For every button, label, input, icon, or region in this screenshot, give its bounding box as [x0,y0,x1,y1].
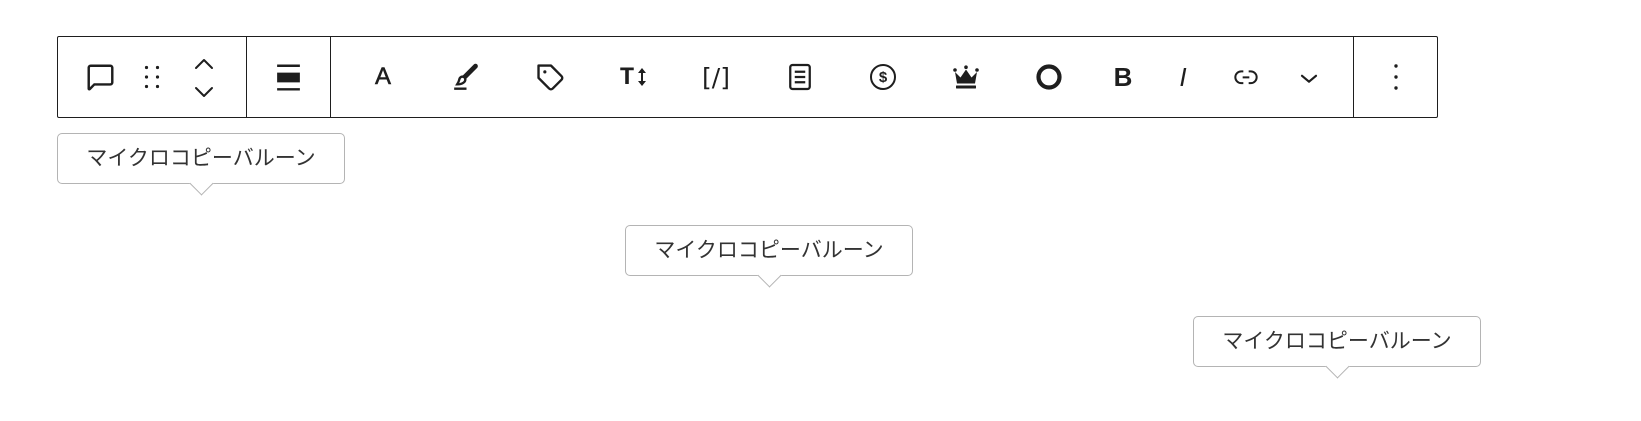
document-list-icon [789,63,811,91]
chevron-down-icon [1300,74,1318,83]
drag-handle-button[interactable] [128,53,176,101]
italic-button[interactable]: I [1159,53,1207,101]
format-group: A T [/] $ B I [331,37,1353,117]
balloon-tail [188,170,214,196]
align-button[interactable] [264,53,312,101]
balloon-text: マイクロコピーバルーン [86,146,316,170]
price-button[interactable]: $ [859,53,907,101]
link-button[interactable] [1222,53,1270,101]
text-color-button[interactable]: A [359,53,407,101]
chevron-up-icon [195,59,213,69]
crown-icon [953,65,979,89]
block-toolbar: A T [/] $ B I [57,36,1438,118]
brush-icon [453,63,478,90]
font-size-button[interactable]: T [609,53,657,101]
dollar-glyph: $ [878,68,888,86]
more-vertical-icon [1394,64,1398,90]
tag-icon [537,64,564,91]
circle-button[interactable] [1025,53,1073,101]
micro-copy-balloon: マイクロコピーバルーン [1193,316,1481,379]
italic-icon: I [1179,62,1187,92]
comment-button[interactable] [76,53,124,101]
move-up-button[interactable] [188,52,220,76]
balloon-tail [1324,353,1350,379]
up-down-arrow-icon [637,68,646,86]
highlight-button[interactable] [442,53,490,101]
balloon-tail [756,262,782,288]
bold-button[interactable]: B [1099,53,1147,101]
link-icon [1234,70,1258,85]
font-size-glyph: T [619,62,635,92]
font-size-icon: T [619,65,646,90]
dollar-circle-icon: $ [870,64,896,90]
options-group [1354,37,1437,117]
tag-button[interactable] [526,53,574,101]
options-button[interactable] [1372,53,1420,101]
crown-button[interactable] [942,53,990,101]
drag-handle-icon [144,65,160,89]
balloon-text: マイクロコピーバルーン [654,238,884,262]
circle-icon [1036,64,1062,90]
micro-copy-balloon: マイクロコピーバルーン [625,225,913,288]
align-none-icon [276,64,300,90]
micro-copy-balloon: マイクロコピーバルーン [57,133,345,196]
block-controls-group [58,37,246,117]
alignment-group [247,37,330,117]
bold-icon: B [1113,62,1133,92]
balloon-text: マイクロコピーバルーン [1222,329,1452,353]
list-button[interactable] [776,53,824,101]
shortcode-button[interactable]: [/] [692,53,740,101]
text-color-icon: A [374,63,392,90]
chevron-down-icon [195,87,213,97]
shortcode-icon: [/] [702,62,730,92]
comment-icon [87,64,113,90]
move-down-button[interactable] [188,80,220,104]
more-formats-button[interactable] [1285,53,1333,101]
